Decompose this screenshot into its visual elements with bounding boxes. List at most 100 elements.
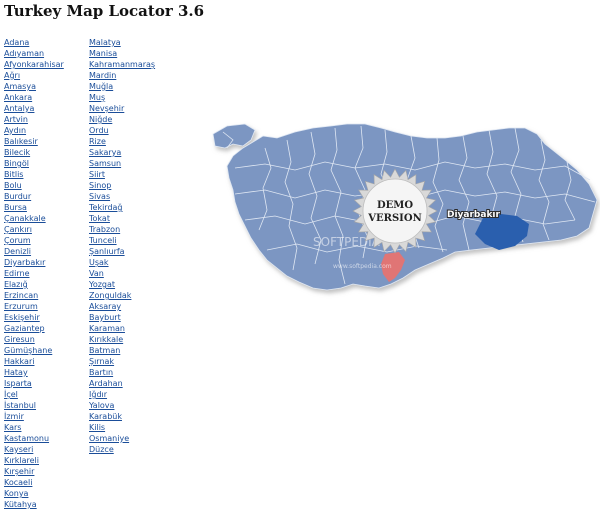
province-link[interactable]: İçel	[4, 390, 18, 399]
province-link[interactable]: Artvin	[4, 115, 28, 124]
province-link[interactable]: Kahramanmaraş	[89, 60, 155, 69]
province-link[interactable]: Adana	[4, 38, 29, 47]
province-link[interactable]: Mardin	[89, 71, 116, 80]
province-link[interactable]: Kilis	[89, 423, 105, 432]
province-link[interactable]: Bilecik	[4, 148, 30, 157]
province-link[interactable]: Hatay	[4, 368, 28, 377]
province-link[interactable]: Ankara	[4, 93, 32, 102]
province-link[interactable]: Erzincan	[4, 291, 38, 300]
province-link[interactable]: Muş	[89, 93, 105, 102]
province-link[interactable]: Eskişehir	[4, 313, 40, 322]
province-link[interactable]: Ağrı	[4, 71, 20, 80]
province-link[interactable]: Kayseri	[4, 445, 33, 454]
province-link[interactable]: Iğdır	[89, 390, 107, 399]
province-link[interactable]: Kırıkkale	[89, 335, 123, 344]
province-link[interactable]: Malatya	[89, 38, 121, 47]
province-link[interactable]: Bartın	[89, 368, 113, 377]
province-link[interactable]: Antalya	[4, 104, 34, 113]
province-link[interactable]: Ardahan	[89, 379, 123, 388]
province-item: Niğde	[89, 114, 155, 125]
province-link[interactable]: Kastamonu	[4, 434, 49, 443]
province-link[interactable]: Hakkari	[4, 357, 34, 366]
province-link[interactable]: Şırnak	[89, 357, 114, 366]
province-link[interactable]: Zonguldak	[89, 291, 131, 300]
province-link[interactable]: Diyarbakır	[4, 258, 45, 267]
province-item: Tokat	[89, 213, 155, 224]
province-link[interactable]: Trabzon	[89, 225, 120, 234]
province-link[interactable]: Aydın	[4, 126, 26, 135]
province-item: Çorum	[4, 235, 64, 246]
province-link[interactable]: Afyonkarahisar	[4, 60, 64, 69]
province-link[interactable]: Rize	[89, 137, 106, 146]
province-item: Hakkari	[4, 356, 64, 367]
province-link[interactable]: Çorum	[4, 236, 31, 245]
province-link[interactable]: Amasya	[4, 82, 36, 91]
province-link[interactable]: Bitlis	[4, 170, 23, 179]
province-link[interactable]: Çanakkale	[4, 214, 46, 223]
province-link[interactable]: Gaziantep	[4, 324, 45, 333]
province-link[interactable]: Niğde	[89, 115, 112, 124]
province-link[interactable]: Konya	[4, 489, 28, 498]
province-link[interactable]: Ordu	[89, 126, 109, 135]
province-link[interactable]: Karaman	[89, 324, 125, 333]
demo-line-1: DEMO	[377, 200, 413, 211]
demo-line-2: VERSION	[367, 213, 421, 224]
province-link[interactable]: Batman	[89, 346, 120, 355]
province-item: Kırklareli	[4, 455, 64, 466]
province-link[interactable]: Kırklareli	[4, 456, 39, 465]
province-item: Mardin	[89, 70, 155, 81]
province-link[interactable]: Erzurum	[4, 302, 38, 311]
province-link[interactable]: Bayburt	[89, 313, 121, 322]
province-link[interactable]: Kütahya	[4, 500, 37, 509]
province-link[interactable]: Tokat	[89, 214, 110, 223]
province-link[interactable]: Elazığ	[4, 280, 28, 289]
province-link[interactable]: Yalova	[89, 401, 114, 410]
province-link[interactable]: Bingöl	[4, 159, 29, 168]
province-link[interactable]: Isparta	[4, 379, 32, 388]
province-link[interactable]: Bolu	[4, 181, 22, 190]
province-link[interactable]: Giresun	[4, 335, 35, 344]
province-item: Iğdır	[89, 389, 155, 400]
demo-badge: DEMO VERSION	[352, 168, 438, 254]
province-link[interactable]: Sakarya	[89, 148, 121, 157]
province-link[interactable]: Muğla	[89, 82, 113, 91]
province-link[interactable]: Şanlıurfa	[89, 247, 125, 256]
province-link[interactable]: Balıkesir	[4, 137, 38, 146]
province-link[interactable]: Edirne	[4, 269, 30, 278]
province-link[interactable]: Manisa	[89, 49, 117, 58]
province-link[interactable]: Kocaeli	[4, 478, 32, 487]
province-link[interactable]: Van	[89, 269, 104, 278]
province-link[interactable]: Kırşehir	[4, 467, 34, 476]
province-item: Antalya	[4, 103, 64, 114]
province-link[interactable]: Sivas	[89, 192, 110, 201]
province-item: Kocaeli	[4, 477, 64, 488]
province-item: Bilecik	[4, 147, 64, 158]
province-link[interactable]: Düzce	[89, 445, 114, 454]
province-link[interactable]: Nevşehir	[89, 104, 124, 113]
province-link[interactable]: Siirt	[89, 170, 105, 179]
province-item: Denizli	[4, 246, 64, 257]
province-link[interactable]: Burdur	[4, 192, 31, 201]
province-link[interactable]: Karabük	[89, 412, 122, 421]
province-link[interactable]: Kars	[4, 423, 21, 432]
province-link[interactable]: Aksaray	[89, 302, 121, 311]
province-link[interactable]: İzmir	[4, 412, 24, 421]
province-link[interactable]: Bursa	[4, 203, 27, 212]
province-link[interactable]: Sinop	[89, 181, 111, 190]
province-link[interactable]: Uşak	[89, 258, 109, 267]
province-item: Uşak	[89, 257, 155, 268]
province-link[interactable]: Yozgat	[89, 280, 115, 289]
province-link[interactable]: İstanbul	[4, 401, 36, 410]
turkey-map[interactable]: SOFTPEDIA www.softpedia.com DEMO VERSION…	[205, 118, 600, 303]
province-item: Aydın	[4, 125, 64, 136]
province-link[interactable]: Osmaniye	[89, 434, 129, 443]
province-link[interactable]: Denizli	[4, 247, 31, 256]
province-link[interactable]: Tunceli	[89, 236, 117, 245]
province-link[interactable]: Tekirdağ	[89, 203, 123, 212]
province-link[interactable]: Adıyaman	[4, 49, 44, 58]
province-link[interactable]: Samsun	[89, 159, 121, 168]
province-link[interactable]: Gümüşhane	[4, 346, 52, 355]
province-link[interactable]: Çankırı	[4, 225, 32, 234]
province-item: İstanbul	[4, 400, 64, 411]
province-item: Erzurum	[4, 301, 64, 312]
